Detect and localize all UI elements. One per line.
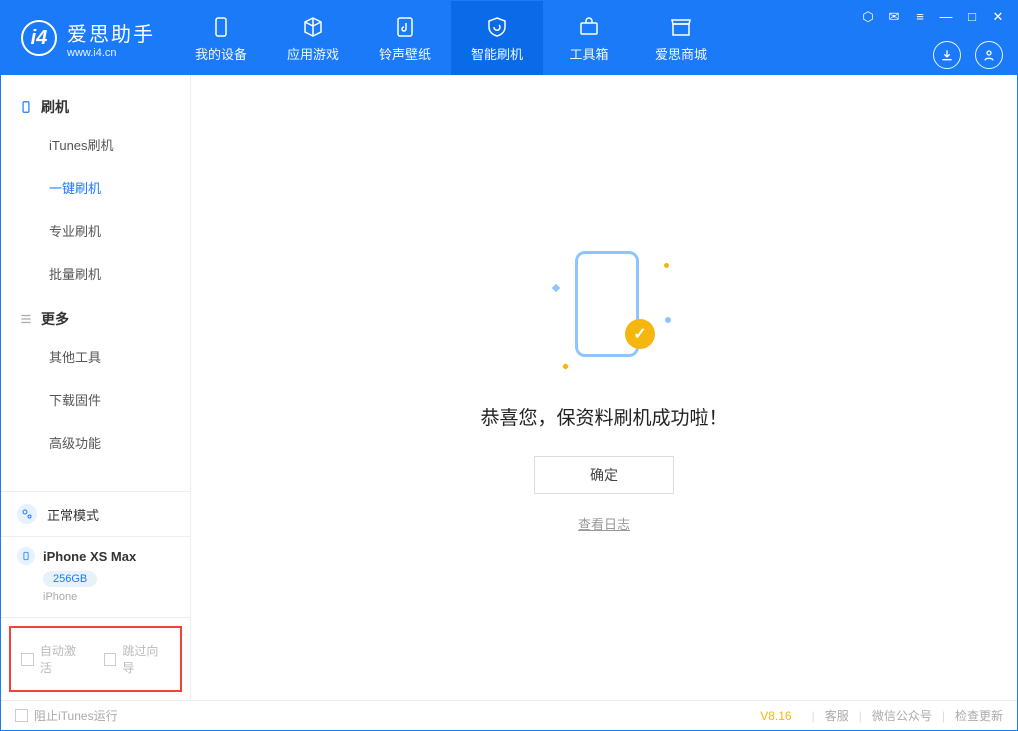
tab-apps-games[interactable]: 应用游戏: [267, 1, 359, 75]
sparkle-icon: [664, 263, 669, 268]
sidebar-item-batch-flash[interactable]: 批量刷机: [1, 252, 190, 295]
sparkle-icon: [665, 317, 671, 323]
sidebar-item-download-firmware[interactable]: 下载固件: [1, 378, 190, 421]
sidebar-item-onekey-flash[interactable]: 一键刷机: [1, 166, 190, 209]
mode-label: 正常模式: [47, 505, 99, 524]
wechat-link[interactable]: 微信公众号: [872, 707, 932, 724]
app-window: i4 爱思助手 www.i4.cn 我的设备 应用游戏 铃声壁纸 智能刷机: [0, 0, 1018, 731]
phone-outline-icon: [19, 100, 33, 114]
main-content: ✓ 恭喜您，保资料刷机成功啦！ 确定 查看日志: [191, 75, 1017, 700]
tab-label: 爱思商城: [655, 44, 707, 63]
sidebar-item-other-tools[interactable]: 其他工具: [1, 335, 190, 378]
store-icon: [668, 14, 694, 40]
logo-text: 爱思助手 www.i4.cn: [67, 18, 155, 59]
divider: |: [812, 709, 815, 723]
version-label: V8.16: [760, 709, 791, 723]
tab-label: 铃声壁纸: [379, 44, 431, 63]
divider: |: [859, 709, 862, 723]
app-subtitle: www.i4.cn: [67, 47, 155, 59]
tab-label: 我的设备: [195, 44, 247, 63]
auto-activate-checkbox[interactable]: 自动激活: [21, 642, 88, 676]
main-tabs: 我的设备 应用游戏 铃声壁纸 智能刷机 工具箱 爱思商城: [175, 1, 727, 75]
check-update-link[interactable]: 检查更新: [955, 707, 1003, 724]
tab-smart-flash[interactable]: 智能刷机: [451, 1, 543, 75]
header-action-icons: [933, 41, 1003, 69]
logo-area: i4 爱思助手 www.i4.cn: [1, 18, 175, 59]
download-icon[interactable]: [933, 41, 961, 69]
sparkle-icon: [562, 362, 569, 369]
maximize-button[interactable]: □: [963, 9, 981, 25]
minimize-button[interactable]: —: [937, 9, 955, 25]
sidebar-item-pro-flash[interactable]: 专业刷机: [1, 209, 190, 252]
tab-ringtones-wallpapers[interactable]: 铃声壁纸: [359, 1, 451, 75]
list-icon: [19, 312, 33, 326]
feedback-icon[interactable]: ✉: [885, 9, 903, 25]
tab-store[interactable]: 爱思商城: [635, 1, 727, 75]
device-type: iPhone: [43, 591, 174, 603]
option-label: 自动激活: [40, 642, 88, 676]
tab-label: 应用游戏: [287, 44, 339, 63]
cube-icon: [300, 14, 326, 40]
toolbox-icon: [576, 14, 602, 40]
checkmark-badge-icon: ✓: [625, 319, 655, 349]
support-link[interactable]: 客服: [825, 707, 849, 724]
sparkle-icon: [552, 283, 560, 291]
flash-options-highlight: 自动激活 跳过向导: [9, 626, 182, 692]
sidebar-item-itunes-flash[interactable]: iTunes刷机: [1, 123, 190, 166]
music-file-icon: [392, 14, 418, 40]
sidebar-section-flash: 刷机: [1, 83, 190, 123]
ok-button[interactable]: 确定: [534, 456, 674, 494]
sidebar: 刷机 iTunes刷机 一键刷机 专业刷机 批量刷机 更多 其他工具 下载固件 …: [1, 75, 191, 700]
menu-icon[interactable]: ≡: [911, 9, 929, 25]
option-label: 跳过向导: [122, 642, 170, 676]
checkbox-icon: [15, 709, 28, 722]
tab-toolbox[interactable]: 工具箱: [543, 1, 635, 75]
user-icon[interactable]: [975, 41, 1003, 69]
footer-right: V8.16 | 客服 | 微信公众号 | 检查更新: [760, 707, 1003, 724]
device-name-row: iPhone XS Max: [17, 547, 174, 565]
body: 刷机 iTunes刷机 一键刷机 专业刷机 批量刷机 更多 其他工具 下载固件 …: [1, 75, 1017, 700]
tshirt-icon[interactable]: ⬡: [859, 9, 877, 25]
sidebar-scroll: 刷机 iTunes刷机 一键刷机 专业刷机 批量刷机 更多 其他工具 下载固件 …: [1, 75, 190, 491]
sidebar-item-advanced[interactable]: 高级功能: [1, 421, 190, 464]
tab-my-device[interactable]: 我的设备: [175, 1, 267, 75]
checkbox-icon: [21, 653, 34, 666]
option-label: 阻止iTunes运行: [34, 707, 118, 724]
device-row[interactable]: iPhone XS Max 256GB iPhone: [1, 537, 190, 618]
checkbox-icon: [104, 653, 117, 666]
device-mode-row[interactable]: 正常模式: [1, 492, 190, 537]
block-itunes-checkbox[interactable]: 阻止iTunes运行: [15, 707, 118, 724]
tab-label: 工具箱: [569, 44, 608, 63]
phone-small-icon: [17, 547, 35, 565]
window-controls: ⬡ ✉ ≡ — □ ✕: [859, 9, 1007, 25]
storage-badge: 256GB: [43, 571, 97, 587]
skip-guide-checkbox[interactable]: 跳过向导: [104, 642, 171, 676]
tab-label: 智能刷机: [471, 44, 523, 63]
device-name: iPhone XS Max: [43, 549, 136, 564]
footer: 阻止iTunes运行 V8.16 | 客服 | 微信公众号 | 检查更新: [1, 700, 1017, 730]
section-title: 刷机: [41, 97, 69, 117]
divider: |: [942, 709, 945, 723]
header: i4 爱思助手 www.i4.cn 我的设备 应用游戏 铃声壁纸 智能刷机: [1, 1, 1017, 75]
logo-icon: i4: [21, 20, 57, 56]
sidebar-section-more: 更多: [1, 295, 190, 335]
close-button[interactable]: ✕: [989, 9, 1007, 25]
section-title: 更多: [41, 309, 69, 329]
sidebar-bottom: 正常模式 iPhone XS Max 256GB iPhone 自动激活: [1, 491, 190, 700]
mode-icon: [17, 504, 37, 524]
device-icon: [208, 14, 234, 40]
success-illustration: ✓: [549, 243, 659, 373]
app-title: 爱思助手: [67, 18, 155, 47]
shield-refresh-icon: [484, 14, 510, 40]
view-log-link[interactable]: 查看日志: [578, 514, 630, 533]
success-message: 恭喜您，保资料刷机成功啦！: [480, 403, 727, 430]
